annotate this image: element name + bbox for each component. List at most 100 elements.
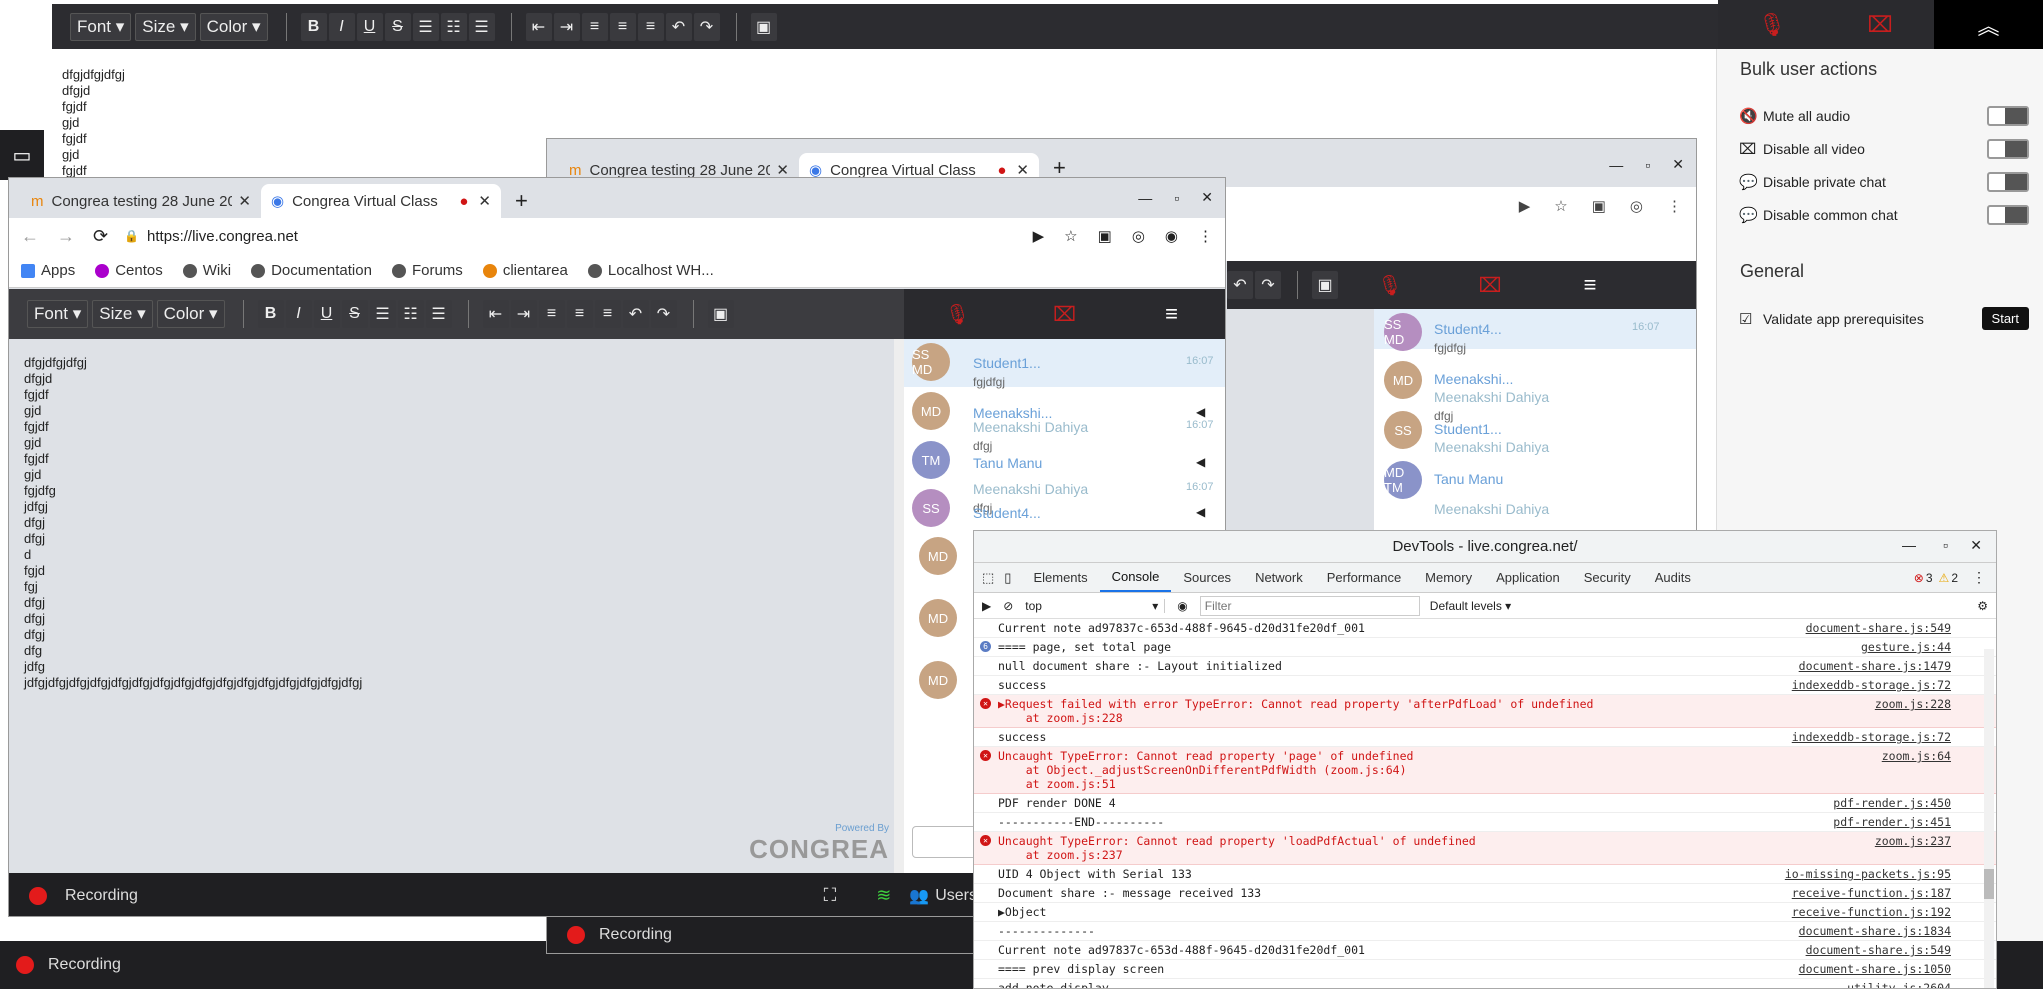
undo-icon[interactable]: ↶ xyxy=(622,300,649,328)
hamburger-icon[interactable]: ≡ xyxy=(1118,301,1225,327)
disable-video-toggle[interactable] xyxy=(1987,139,2029,159)
star-icon[interactable]: ☆ xyxy=(1064,227,1077,245)
mute-audio-toggle[interactable] xyxy=(1987,106,2029,126)
bullet-list-icon[interactable]: ☰ xyxy=(412,12,439,41)
align-right-icon[interactable]: ≡ xyxy=(637,12,664,41)
checklist-icon[interactable]: ☰ xyxy=(425,300,452,328)
new-tab-icon[interactable]: + xyxy=(515,188,528,214)
bookmark-forums[interactable]: Forums xyxy=(391,262,463,279)
mic-off-icon[interactable]: 🎙 xyxy=(1718,12,1826,38)
bookmark-documentation[interactable]: Documentation xyxy=(251,262,372,279)
outdent-icon[interactable]: ⇤ xyxy=(525,12,552,41)
image-icon[interactable]: ▣ xyxy=(1312,271,1338,299)
filter-input[interactable] xyxy=(1199,595,1420,616)
minimize-icon[interactable]: — xyxy=(1138,190,1152,206)
bookmark-localhost[interactable]: Localhost WH... xyxy=(587,262,714,279)
bookmark-apps[interactable]: Apps xyxy=(21,262,75,279)
outdent-icon[interactable]: ⇤ xyxy=(482,300,509,328)
redo-icon[interactable]: ↷ xyxy=(650,300,677,328)
speaker-icon[interactable]: ◀ xyxy=(1196,405,1205,419)
record-icon[interactable] xyxy=(567,926,585,944)
size-select[interactable]: Size ▾ xyxy=(135,12,196,41)
close-tab-icon[interactable]: ✕ xyxy=(478,192,491,210)
align-center-icon[interactable]: ≡ xyxy=(609,12,636,41)
video-off-icon[interactable]: ⌧ xyxy=(1011,302,1118,327)
video-off-icon[interactable]: ⌧ xyxy=(1440,273,1540,298)
close-window-icon[interactable]: ✕ xyxy=(1970,537,1982,554)
align-left-icon[interactable]: ≡ xyxy=(581,12,608,41)
bold-icon[interactable]: B xyxy=(257,300,284,328)
close-window-icon[interactable]: ✕ xyxy=(1201,189,1213,206)
star-icon[interactable]: ☆ xyxy=(1554,197,1567,215)
tab-congrea-testing[interactable]: m Congrea testing 28 June 20 ✕ xyxy=(21,184,261,218)
extension-icon[interactable]: ◎ xyxy=(1132,227,1145,245)
undo-icon[interactable]: ↶ xyxy=(1227,271,1253,299)
tab-performance[interactable]: Performance xyxy=(1315,564,1413,592)
tab-console[interactable]: Console xyxy=(1099,564,1172,592)
redo-icon[interactable]: ↷ xyxy=(1255,271,1281,299)
align-right-icon[interactable]: ≡ xyxy=(594,300,621,328)
profile-icon[interactable]: ◉ xyxy=(1165,227,1178,245)
inspect-icon[interactable]: ⬚ xyxy=(982,570,994,586)
tab-application[interactable]: Application xyxy=(1484,564,1572,592)
start-button[interactable]: Start xyxy=(1981,307,2029,330)
error-count-icon[interactable]: ⊗ xyxy=(1914,571,1924,585)
url-input[interactable]: https://live.congrea.net xyxy=(147,228,1033,245)
font-select[interactable]: Font ▾ xyxy=(70,12,132,41)
eye-icon[interactable]: ◉ xyxy=(1177,599,1187,613)
strike-icon[interactable]: S xyxy=(384,12,411,41)
image-icon[interactable]: ▣ xyxy=(707,300,734,328)
underline-icon[interactable]: U xyxy=(356,12,383,41)
tab-audits[interactable]: Audits xyxy=(1643,564,1703,592)
numbered-list-icon[interactable]: ☷ xyxy=(440,12,467,41)
mic-off-icon[interactable]: 🎙 xyxy=(904,302,1011,327)
tab-memory[interactable]: Memory xyxy=(1413,564,1484,592)
close-tab-icon[interactable]: ✕ xyxy=(238,192,251,210)
bold-icon[interactable]: B xyxy=(300,12,327,41)
undo-icon[interactable]: ↶ xyxy=(665,12,692,41)
mic-off-icon[interactable]: 🎙 xyxy=(1340,273,1440,298)
tab-elements[interactable]: Elements xyxy=(1021,564,1099,592)
extension-icon[interactable]: ▣ xyxy=(1098,227,1112,245)
forward-icon[interactable]: → xyxy=(57,226,75,247)
redo-icon[interactable]: ↷ xyxy=(693,12,720,41)
speaker-icon[interactable]: ◀ xyxy=(1196,455,1205,469)
indent-icon[interactable]: ⇥ xyxy=(553,12,580,41)
color-select[interactable]: Color ▾ xyxy=(199,12,268,41)
sidebar-toggle-icon[interactable]: ▶ xyxy=(982,599,991,613)
maximize-icon[interactable]: ▫ xyxy=(1645,157,1650,173)
win1-editor-text[interactable]: dfgjdfgjdfgj dfgjd fgjdf gjd fgjdf gjd fgjdf gj… xyxy=(24,355,884,815)
fullscreen-icon[interactable]: ⛶ xyxy=(824,885,837,906)
bullet-list-icon[interactable]: ☰ xyxy=(369,300,396,328)
bookmark-centos[interactable]: Centos xyxy=(95,262,163,279)
record-icon[interactable] xyxy=(29,886,47,905)
profile-icon[interactable]: ◎ xyxy=(1630,197,1643,215)
align-left-icon[interactable]: ≡ xyxy=(538,300,565,328)
maximize-icon[interactable]: ▫ xyxy=(1943,537,1948,553)
indent-icon[interactable]: ⇥ xyxy=(510,300,537,328)
italic-icon[interactable]: I xyxy=(285,300,312,328)
bg-editor-text[interactable]: dfgjdfgjdfgj dfgjd fgjdf gjd fgjdf gjd fgjdf xyxy=(62,67,542,177)
hamburger-icon[interactable]: ≡ xyxy=(1540,272,1640,298)
tab-virtual-class[interactable]: ◉ Congrea Virtual Class ● ✕ xyxy=(261,184,501,218)
log-entry[interactable]: ▶Object receive-function.js:192 xyxy=(974,903,1996,922)
bookmark-clientarea[interactable]: clientarea xyxy=(482,262,568,279)
warning-count-icon[interactable]: ⚠ xyxy=(1939,571,1950,585)
numbered-list-icon[interactable]: ☷ xyxy=(397,300,424,328)
clear-console-icon[interactable]: ⊘ xyxy=(1003,599,1013,613)
menu-icon[interactable]: ⋮ xyxy=(1198,227,1213,245)
collapse-up-icon[interactable]: ︽ xyxy=(1934,0,2043,49)
extension-icon[interactable]: ▣ xyxy=(1592,197,1606,215)
more-icon[interactable]: ⋮ xyxy=(1972,569,1986,586)
disable-private-toggle[interactable] xyxy=(1987,172,2029,192)
device-icon[interactable]: ▯ xyxy=(1004,570,1011,586)
close-window-icon[interactable]: ✕ xyxy=(1672,156,1684,173)
console-scrollbar[interactable] xyxy=(1984,649,1994,988)
align-center-icon[interactable]: ≡ xyxy=(566,300,593,328)
italic-icon[interactable]: I xyxy=(328,12,355,41)
font-select[interactable]: Font ▾ xyxy=(27,300,89,328)
checkbox-icon[interactable]: ☑ xyxy=(1739,310,1763,328)
minimize-icon[interactable]: — xyxy=(1609,157,1623,173)
maximize-icon[interactable]: ▫ xyxy=(1174,190,1179,206)
bookmark-wiki[interactable]: Wiki xyxy=(182,262,231,279)
